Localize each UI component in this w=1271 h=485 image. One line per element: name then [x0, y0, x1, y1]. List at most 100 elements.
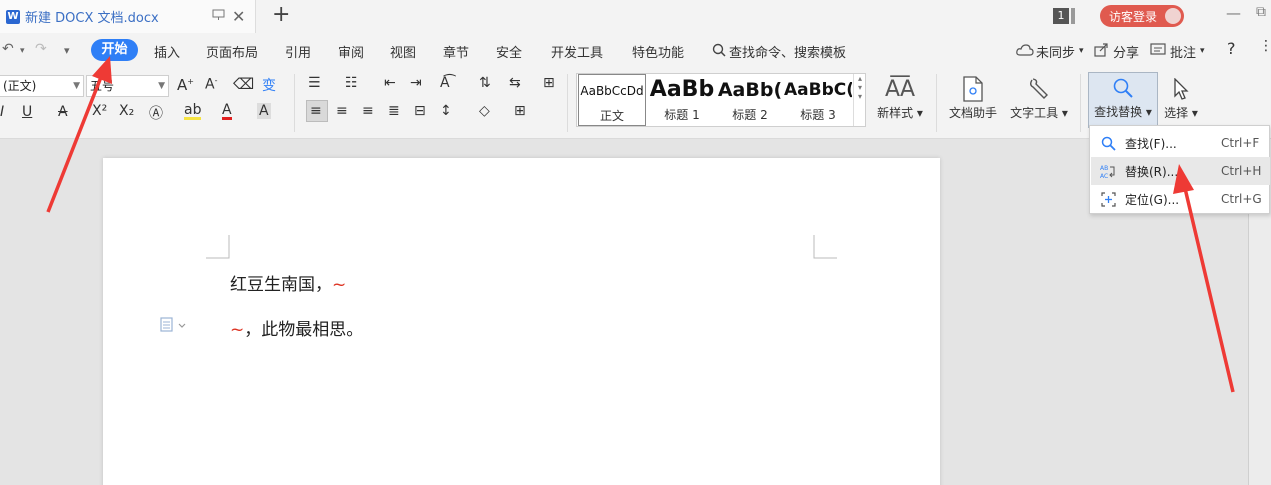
comment-dropdown-icon[interactable]: ▾ [1200, 46, 1205, 56]
cursor-arrow-icon [1160, 74, 1202, 104]
new-style-label: 新样式 [877, 106, 914, 120]
style-label: 标题 1 [664, 108, 700, 122]
document-helper-icon [945, 74, 1001, 104]
clear-format-icon[interactable]: ⌫ [233, 75, 254, 93]
increase-indent-icon[interactable]: ⇥ [410, 75, 422, 91]
new-tab-button[interactable]: + [272, 2, 290, 27]
doc-helper-label: 文档助手 [948, 106, 997, 120]
menu-tab-view[interactable]: 视图 [390, 42, 416, 61]
line-spacing-icon[interactable]: ↕ [440, 103, 452, 119]
style-sample: AaBb [649, 77, 715, 102]
show-marks-icon[interactable]: ⇆ [509, 75, 521, 91]
new-style-button[interactable]: A͞A 新样式 ▾ [873, 74, 927, 121]
subscript-icon[interactable]: X₂ [119, 103, 134, 119]
redo-icon[interactable]: ↷ [35, 41, 47, 57]
guest-login-button[interactable]: 访客登录 [1100, 5, 1184, 27]
underline-icon[interactable]: U [22, 104, 32, 120]
window-count-bar [1071, 8, 1075, 24]
document-page[interactable]: 红豆生南国，~ ~，此物最相思。 [103, 158, 940, 485]
minimize-icon[interactable]: — [1226, 4, 1241, 22]
special-mark: ~ [332, 275, 347, 295]
menu-tab-references[interactable]: 引用 [285, 42, 311, 61]
sort-icon[interactable]: ⇅ [479, 75, 491, 91]
style-heading-3[interactable]: AaBbC( 标题 3 [784, 74, 852, 126]
font-name-select[interactable]: (正文) ▼ [0, 75, 84, 97]
menu-tab-home[interactable]: 开始 [91, 39, 138, 61]
avatar-icon [1165, 8, 1181, 24]
justify-icon[interactable]: ≣ [388, 103, 400, 119]
menu-item-label: 查找(F)... [1125, 136, 1177, 151]
undo-icon[interactable]: ↶ [2, 41, 14, 57]
find-replace-search-icon [1089, 73, 1157, 103]
sync-status[interactable]: 未同步 [1036, 42, 1075, 61]
menu-item-replace[interactable]: AB AC 替换(R)... Ctrl+H [1091, 157, 1270, 185]
style-heading-2[interactable]: AaBb( 标题 2 [716, 74, 784, 126]
bullet-list-icon[interactable]: ☰ [308, 75, 321, 91]
text-tools-button[interactable]: 文字工具 ▾ [1006, 74, 1072, 121]
border-icon[interactable]: ⊞ [514, 103, 526, 119]
phonetic-guide-icon[interactable]: 变 [262, 75, 276, 95]
menu-item-find[interactable]: 查找(F)... Ctrl+F [1091, 129, 1270, 157]
customize-quick-access-icon[interactable]: ▾ [64, 44, 70, 57]
superscript-icon[interactable]: X² [92, 103, 107, 119]
decrease-indent-icon[interactable]: ⇤ [384, 75, 396, 91]
menu-tab-developer[interactable]: 开发工具 [551, 42, 603, 61]
command-search[interactable]: 查找命令、搜索模板 [729, 42, 846, 61]
highlight-icon[interactable]: ab [184, 103, 202, 120]
comment-button[interactable]: 批注 [1170, 42, 1196, 61]
document-paragraph-1[interactable]: 红豆生南国，~ [230, 270, 346, 295]
select-label: 选择 [1164, 106, 1189, 120]
document-paragraph-2[interactable]: ~，此物最相思。 [230, 315, 363, 340]
select-button[interactable]: 选择 ▾ [1160, 74, 1202, 121]
menu-tab-features[interactable]: 特色功能 [632, 42, 684, 61]
style-sample: AaBbCcDd [580, 84, 644, 98]
help-icon[interactable]: ? [1227, 39, 1236, 58]
font-size-select[interactable]: 五号 ▼ [86, 75, 169, 97]
menu-tab-security[interactable]: 安全 [496, 42, 522, 61]
margin-corner-top-right [813, 235, 837, 259]
style-normal[interactable]: AaBbCcDd 正文 [578, 74, 646, 126]
doc-helper-button[interactable]: 文档助手 [945, 74, 1001, 121]
undo-dropdown-icon[interactable]: ▾ [20, 46, 25, 56]
style-sample: AaBbC( [784, 80, 852, 100]
font-color-icon[interactable]: A [222, 103, 232, 120]
italic-icon[interactable]: I [0, 104, 4, 120]
menu-tab-insert[interactable]: 插入 [154, 42, 180, 61]
shading-icon[interactable]: ◇ [479, 103, 490, 119]
table-grid-icon[interactable]: ⊞ [543, 75, 555, 91]
paragraph-layout-icon[interactable] [160, 317, 188, 333]
document-tab[interactable]: W 新建 DOCX 文档.docx ✕ [0, 0, 256, 33]
align-center-icon[interactable]: ≡ [336, 103, 348, 119]
align-right-icon[interactable]: ≡ [362, 103, 374, 119]
menu-item-locate[interactable]: 定位(G)... Ctrl+G [1091, 185, 1270, 213]
menu-tab-page-layout[interactable]: 页面布局 [206, 42, 258, 61]
menu-tab-chapter[interactable]: 章节 [443, 42, 469, 61]
style-heading-1[interactable]: AaBb 标题 1 [648, 74, 716, 126]
window-count-badge[interactable]: 1 [1053, 8, 1069, 24]
more-options-icon[interactable]: ⋮ [1259, 38, 1271, 54]
sync-dropdown-icon[interactable]: ▾ [1079, 46, 1084, 56]
pin-icon[interactable] [212, 9, 225, 21]
tab-close-icon[interactable]: ✕ [232, 7, 245, 26]
menu-tab-review[interactable]: 审阅 [338, 42, 364, 61]
text-effect-icon[interactable]: Ⓐ [149, 103, 163, 123]
svg-text:AB: AB [1100, 165, 1108, 172]
shrink-font-icon[interactable]: A- [205, 76, 217, 93]
font-size-value: 五号 [90, 79, 115, 93]
restore-icon[interactable]: ⧉ [1256, 4, 1266, 20]
style-gallery-scroll[interactable]: ▴ ▾ ▾ [853, 74, 866, 126]
numbered-list-icon[interactable]: ☷ [345, 75, 358, 91]
align-left-icon: ≡ [310, 103, 322, 119]
grow-font-icon[interactable]: A+ [177, 76, 194, 94]
text-direction-icon[interactable]: A͡ [440, 75, 450, 91]
strikethrough-icon[interactable]: A [58, 104, 68, 120]
style-label: 标题 2 [732, 108, 768, 122]
menu-item-label: 定位(G)... [1125, 192, 1180, 207]
char-shading-icon[interactable]: A [257, 103, 271, 119]
find-replace-button[interactable]: 查找替换 ▾ [1088, 72, 1158, 128]
distributed-icon[interactable]: ⊟ [414, 103, 426, 119]
share-icon [1094, 43, 1108, 57]
shortcut-label: Ctrl+F [1221, 136, 1260, 150]
shortcut-label: Ctrl+G [1221, 192, 1262, 206]
share-button[interactable]: 分享 [1113, 42, 1139, 61]
